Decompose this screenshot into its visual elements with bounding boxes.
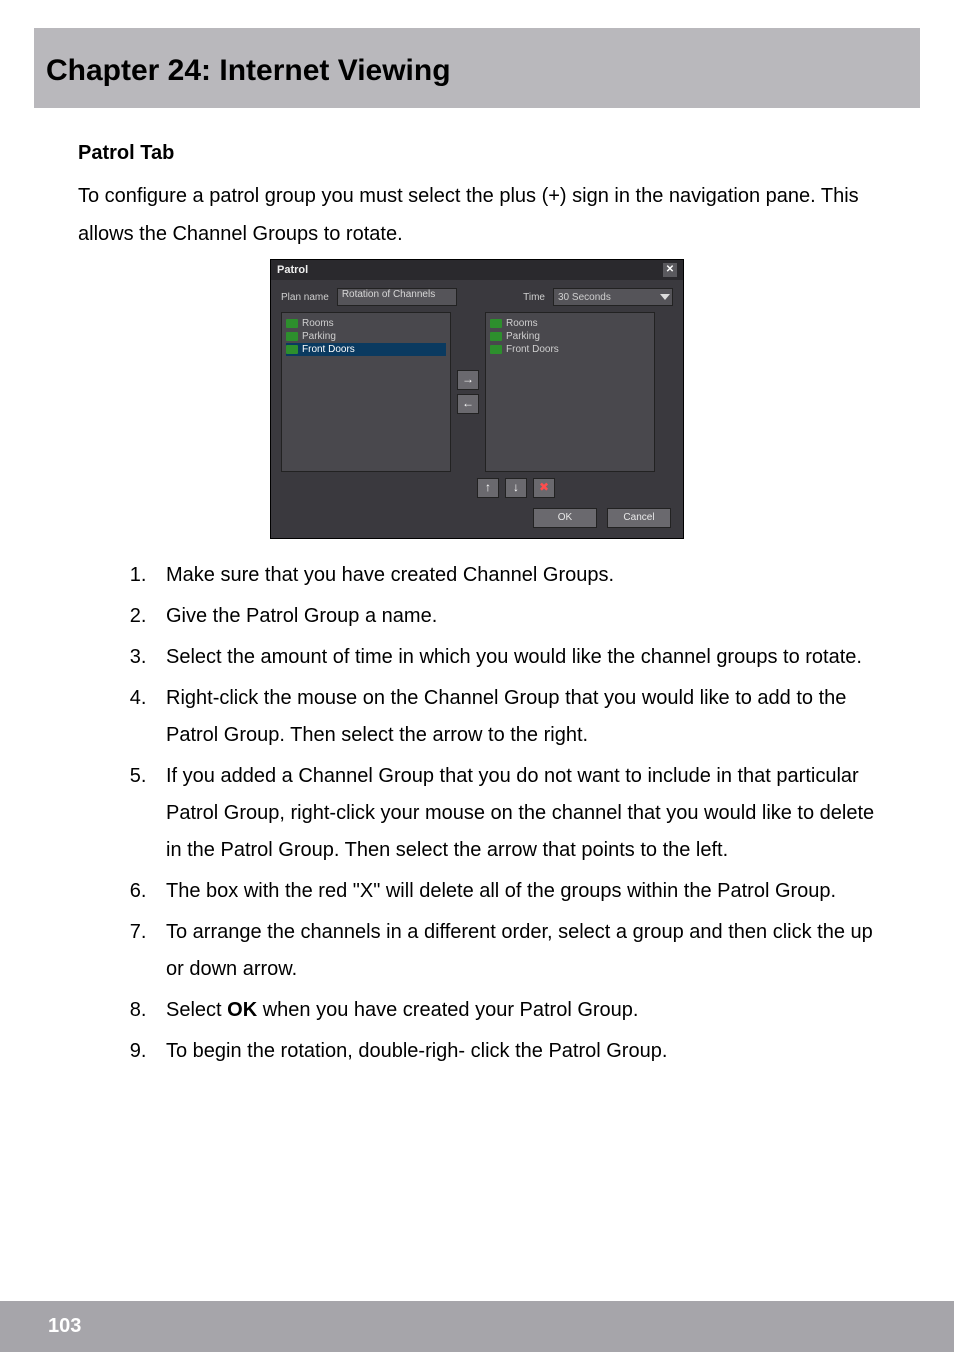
list-item[interactable]: Parking [286, 330, 446, 343]
list-item[interactable]: Rooms [286, 317, 446, 330]
page-footer: 103 [0, 1301, 954, 1352]
step-item: Make sure that you have created Channel … [152, 557, 876, 594]
dialog-titlebar: Patrol ✕ [271, 260, 683, 280]
list-item-label: Rooms [506, 318, 538, 329]
step-item: Give the Patrol Group a name. [152, 598, 876, 635]
group-icon [286, 319, 298, 328]
step-item: Select the amount of time in which you w… [152, 639, 876, 676]
chevron-down-icon [660, 294, 670, 300]
arrow-right-button[interactable]: → [457, 370, 479, 390]
step-text: when you have created your Patrol Group. [257, 999, 638, 1021]
intro-paragraph: To configure a patrol group you must sel… [78, 177, 876, 253]
group-icon [490, 319, 502, 328]
list-item[interactable]: Rooms [490, 317, 650, 330]
ok-button[interactable]: OK [533, 508, 597, 528]
dialog-top-row: Plan name Rotation of Channels Time 30 S… [271, 280, 683, 312]
available-groups-pane[interactable]: Rooms Parking Front Doors [281, 312, 451, 472]
step-item: Select OK when you have created your Pat… [152, 992, 876, 1029]
dialog-title: Patrol [277, 264, 308, 276]
transfer-buttons: → ← [457, 312, 479, 472]
cancel-button[interactable]: Cancel [607, 508, 671, 528]
selected-groups-pane[interactable]: Rooms Parking Front Doors [485, 312, 655, 472]
group-icon [490, 345, 502, 354]
section-heading-patrol-tab: Patrol Tab [78, 142, 876, 165]
list-item-label: Rooms [302, 318, 334, 329]
plan-name-label: Plan name [281, 292, 329, 303]
group-icon [286, 332, 298, 341]
step-item: To begin the rotation, double-righ- clic… [152, 1033, 876, 1070]
close-icon[interactable]: ✕ [663, 263, 677, 277]
page-number: 103 [48, 1315, 81, 1337]
list-item-label: Parking [506, 331, 540, 342]
step-item: Right-click the mouse on the Channel Gro… [152, 680, 876, 754]
list-item[interactable]: Front Doors [286, 343, 446, 356]
list-item-label: Front Doors [302, 344, 355, 355]
time-dropdown-value: 30 Seconds [558, 292, 611, 303]
group-icon [286, 345, 298, 354]
arrow-down-button[interactable]: ↓ [505, 478, 527, 498]
list-item-label: Parking [302, 331, 336, 342]
group-icon [490, 332, 502, 341]
time-dropdown[interactable]: 30 Seconds [553, 288, 673, 306]
steps-list: Make sure that you have created Channel … [78, 557, 876, 1070]
step-bold: OK [227, 999, 257, 1021]
list-item-label: Front Doors [506, 344, 559, 355]
arrow-up-button[interactable]: ↑ [477, 478, 499, 498]
step-item: If you added a Channel Group that you do… [152, 758, 876, 869]
plan-name-input[interactable]: Rotation of Channels [337, 288, 457, 306]
list-item[interactable]: Front Doors [490, 343, 650, 356]
chapter-heading: Chapter 24: Internet Viewing [34, 28, 920, 108]
step-item: The box with the red "X" will delete all… [152, 873, 876, 910]
step-text: Select [166, 999, 227, 1021]
arrow-left-button[interactable]: ← [457, 394, 479, 414]
delete-all-button[interactable]: ✖ [533, 478, 555, 498]
time-label: Time [523, 292, 545, 303]
patrol-dialog-screenshot: Patrol ✕ Plan name Rotation of Channels … [270, 259, 684, 539]
list-item[interactable]: Parking [490, 330, 650, 343]
step-item: To arrange the channels in a different o… [152, 914, 876, 988]
order-buttons-row: ↑ ↓ ✖ [271, 478, 683, 504]
dialog-actions: OK Cancel [271, 504, 683, 538]
